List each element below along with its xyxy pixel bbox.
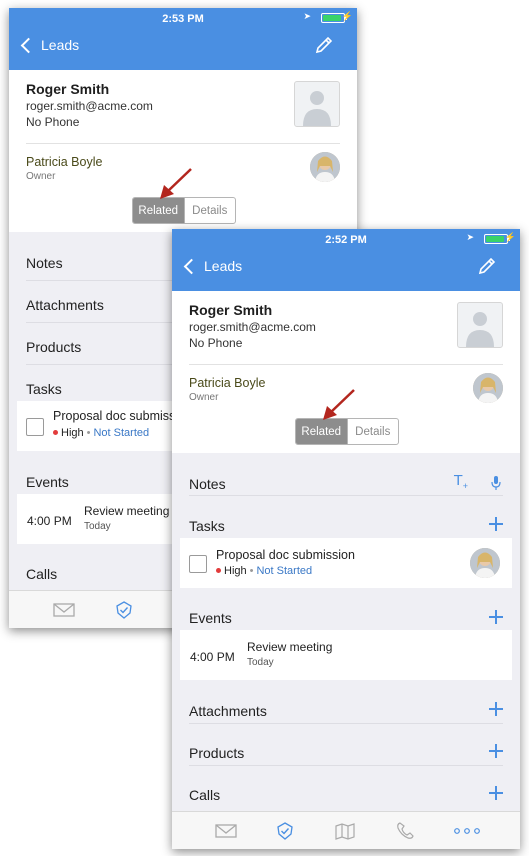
map-icon[interactable] xyxy=(334,822,356,840)
task-card[interactable]: Proposal doc submission High • Not Started xyxy=(180,538,512,588)
text-note-icon[interactable]: T+ xyxy=(454,472,468,491)
task-meta: High • Not Started xyxy=(216,565,312,577)
section-attachments[interactable]: Attachments xyxy=(26,297,104,313)
location-icon: ➤ xyxy=(303,11,311,21)
section-notes[interactable]: Notes xyxy=(189,476,226,492)
section-events[interactable]: Events xyxy=(26,474,69,490)
add-event-button[interactable] xyxy=(489,610,503,624)
contact-email[interactable]: roger.smith@acme.com xyxy=(189,320,316,334)
task-checkbox[interactable] xyxy=(189,555,207,573)
owner-label: Owner xyxy=(189,392,219,403)
section-notes[interactable]: Notes xyxy=(26,255,63,271)
section-products[interactable]: Products xyxy=(189,745,244,761)
edit-pencil-icon[interactable] xyxy=(313,34,335,56)
owner-name: Patricia Boyle xyxy=(189,376,266,390)
divider xyxy=(189,495,503,496)
section-products[interactable]: Products xyxy=(26,339,81,355)
contact-phone: No Phone xyxy=(189,336,243,350)
section-tasks[interactable]: Tasks xyxy=(189,518,225,534)
contact-email[interactable]: roger.smith@acme.com xyxy=(26,99,153,113)
navigation-bar: 2:52 PM ➤ ⚡ Leads xyxy=(172,229,520,291)
person-silhouette-icon xyxy=(303,91,331,126)
front-screen: 2:52 PM ➤ ⚡ Leads Roger Smith roger.smit… xyxy=(172,229,520,849)
section-events[interactable]: Events xyxy=(189,610,232,626)
mail-icon[interactable] xyxy=(53,601,75,619)
back-button[interactable]: Leads xyxy=(182,255,242,277)
back-label: Leads xyxy=(204,258,243,274)
section-tasks[interactable]: Tasks xyxy=(26,381,62,397)
back-button[interactable]: Leads xyxy=(19,34,79,56)
owner-name: Patricia Boyle xyxy=(26,155,103,169)
task-status: Not Started xyxy=(93,427,150,439)
annotation-arrow xyxy=(323,389,355,420)
divider xyxy=(26,143,340,144)
section-calls[interactable]: Calls xyxy=(189,787,220,803)
priority-dot xyxy=(216,567,221,573)
edit-pencil-icon[interactable] xyxy=(476,255,498,277)
voice-note-icon[interactable] xyxy=(489,475,503,491)
add-product-button[interactable] xyxy=(489,744,503,758)
contact-phone: No Phone xyxy=(26,115,80,129)
contact-name: Roger Smith xyxy=(26,81,110,97)
chevron-left-icon xyxy=(183,258,200,274)
contact-name: Roger Smith xyxy=(189,302,273,318)
separator-dot: • xyxy=(86,427,91,439)
priority-dot xyxy=(53,429,58,435)
location-icon: ➤ xyxy=(466,232,474,242)
owner-avatar xyxy=(473,373,503,403)
event-time: 4:00 PM xyxy=(190,650,235,664)
chevron-left-icon xyxy=(20,37,37,53)
add-call-button[interactable] xyxy=(489,786,503,800)
task-owner-avatar xyxy=(470,548,500,578)
event-card[interactable]: 4:00 PM Review meeting Today xyxy=(180,630,512,680)
navigation-bar: 2:53 PM ➤ ⚡ Leads xyxy=(9,8,357,70)
divider xyxy=(189,765,503,766)
event-time: 4:00 PM xyxy=(27,514,72,528)
task-title: Proposal doc submission xyxy=(216,548,355,562)
task-meta: High • Not Started xyxy=(53,427,149,439)
charging-icon: ⚡ xyxy=(504,232,516,242)
person-silhouette-icon xyxy=(466,312,494,347)
mail-icon[interactable] xyxy=(215,822,237,840)
owner-label: Owner xyxy=(26,171,56,182)
annotation-arrow xyxy=(160,168,192,199)
event-day: Today xyxy=(247,657,274,668)
related-list: Notes T+ Tasks Proposal doc submission H… xyxy=(172,453,520,813)
event-title: Review meeting xyxy=(247,640,333,654)
checkmark-shield-icon[interactable] xyxy=(274,822,296,840)
add-task-button[interactable] xyxy=(489,517,503,531)
add-attachment-button[interactable] xyxy=(489,702,503,716)
task-status: Not Started xyxy=(256,565,313,577)
event-day: Today xyxy=(84,521,111,532)
back-label: Leads xyxy=(41,37,80,53)
task-priority: High xyxy=(224,565,247,577)
section-attachments[interactable]: Attachments xyxy=(189,703,267,719)
tab-bar xyxy=(172,811,520,849)
owner-avatar xyxy=(310,152,340,182)
section-calls[interactable]: Calls xyxy=(26,566,57,582)
phone-icon[interactable] xyxy=(394,822,416,840)
task-checkbox[interactable] xyxy=(26,418,44,436)
more-icon[interactable] xyxy=(453,822,481,840)
event-title: Review meeting xyxy=(84,504,170,518)
divider xyxy=(189,723,503,724)
contact-avatar-placeholder[interactable] xyxy=(294,81,340,127)
task-priority: High xyxy=(61,427,84,439)
checkmark-shield-icon[interactable] xyxy=(113,601,135,619)
charging-icon: ⚡ xyxy=(341,11,353,21)
divider xyxy=(189,364,503,365)
contact-avatar-placeholder[interactable] xyxy=(457,302,503,348)
separator-dot: • xyxy=(249,565,254,577)
